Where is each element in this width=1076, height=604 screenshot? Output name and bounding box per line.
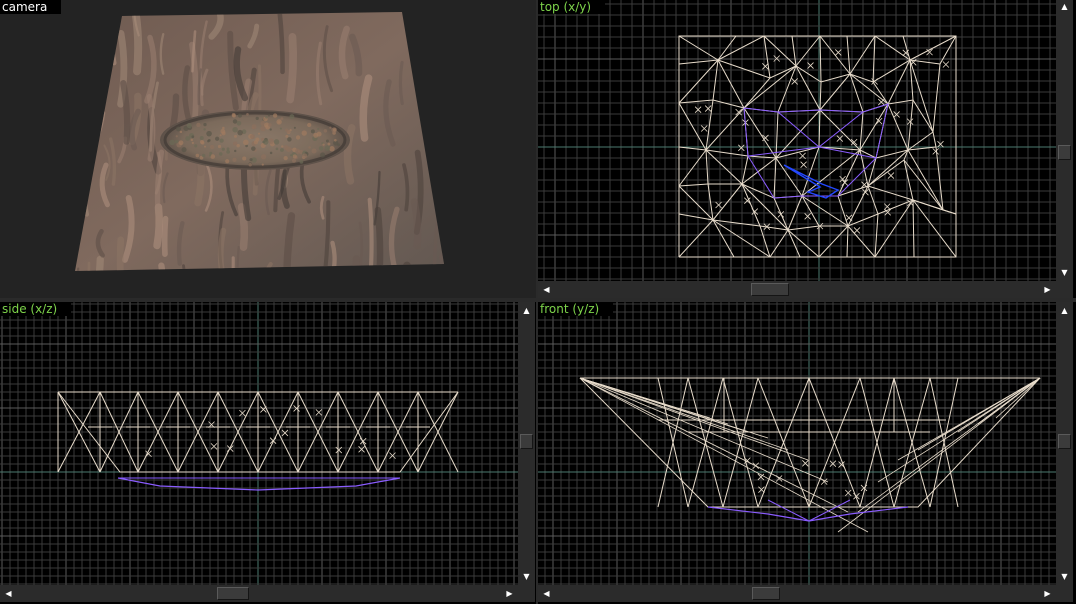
scroll-left-icon[interactable]: ◀ — [2, 587, 15, 600]
front-viewport[interactable]: front (y/z) ▲ ▼ ◀ ▶ — [538, 302, 1076, 604]
scroll-down-icon[interactable]: ▼ — [1058, 570, 1071, 583]
scroll-thumb[interactable] — [751, 283, 789, 296]
scroll-left-icon[interactable]: ◀ — [540, 283, 553, 296]
scroll-up-icon[interactable]: ▲ — [1058, 0, 1071, 13]
scroll-thumb[interactable] — [1058, 434, 1071, 449]
top-viewport[interactable]: top (x/y) ▲ ▼ ◀ ▶ — [538, 0, 1076, 298]
scrollbar-corner — [518, 585, 535, 602]
scroll-thumb[interactable] — [217, 587, 249, 600]
terrain-render — [75, 12, 444, 271]
side-horizontal-scrollbar[interactable]: ◀ ▶ — [0, 585, 518, 602]
camera-viewport-label: camera — [0, 0, 62, 14]
front-vertical-scrollbar[interactable]: ▲ ▼ — [1056, 302, 1073, 585]
scroll-right-icon[interactable]: ▶ — [1041, 587, 1054, 600]
top-viewport-label: top (x/y) — [538, 0, 606, 14]
scroll-thumb[interactable] — [520, 434, 533, 449]
scroll-down-icon[interactable]: ▼ — [1058, 266, 1071, 279]
scroll-thumb[interactable] — [752, 587, 780, 600]
top-wireframe — [538, 0, 1056, 281]
side-viewport-label: side (x/z) — [0, 302, 72, 316]
side-vertical-scrollbar[interactable]: ▲ ▼ — [518, 302, 535, 585]
scroll-left-icon[interactable]: ◀ — [540, 587, 553, 600]
scroll-thumb[interactable] — [1058, 145, 1071, 160]
scroll-up-icon[interactable]: ▲ — [520, 304, 533, 317]
scroll-right-icon[interactable]: ▶ — [503, 587, 516, 600]
side-wireframe — [0, 302, 518, 585]
front-viewport-label: front (y/z) — [538, 302, 614, 316]
scroll-up-icon[interactable]: ▲ — [1058, 304, 1071, 317]
top-vertical-scrollbar[interactable]: ▲ ▼ — [1056, 0, 1073, 281]
front-horizontal-scrollbar[interactable]: ◀ ▶ — [538, 585, 1056, 602]
top-horizontal-scrollbar[interactable]: ◀ ▶ — [538, 281, 1056, 298]
scrollbar-corner — [1056, 585, 1073, 602]
scroll-right-icon[interactable]: ▶ — [1041, 283, 1054, 296]
camera-viewport[interactable]: camera — [0, 0, 536, 298]
scrollbar-corner — [1056, 281, 1073, 298]
side-viewport[interactable]: side (x/z) ▲ ▼ ◀ ▶ — [0, 302, 536, 604]
scroll-down-icon[interactable]: ▼ — [520, 570, 533, 583]
front-wireframe — [538, 302, 1056, 585]
